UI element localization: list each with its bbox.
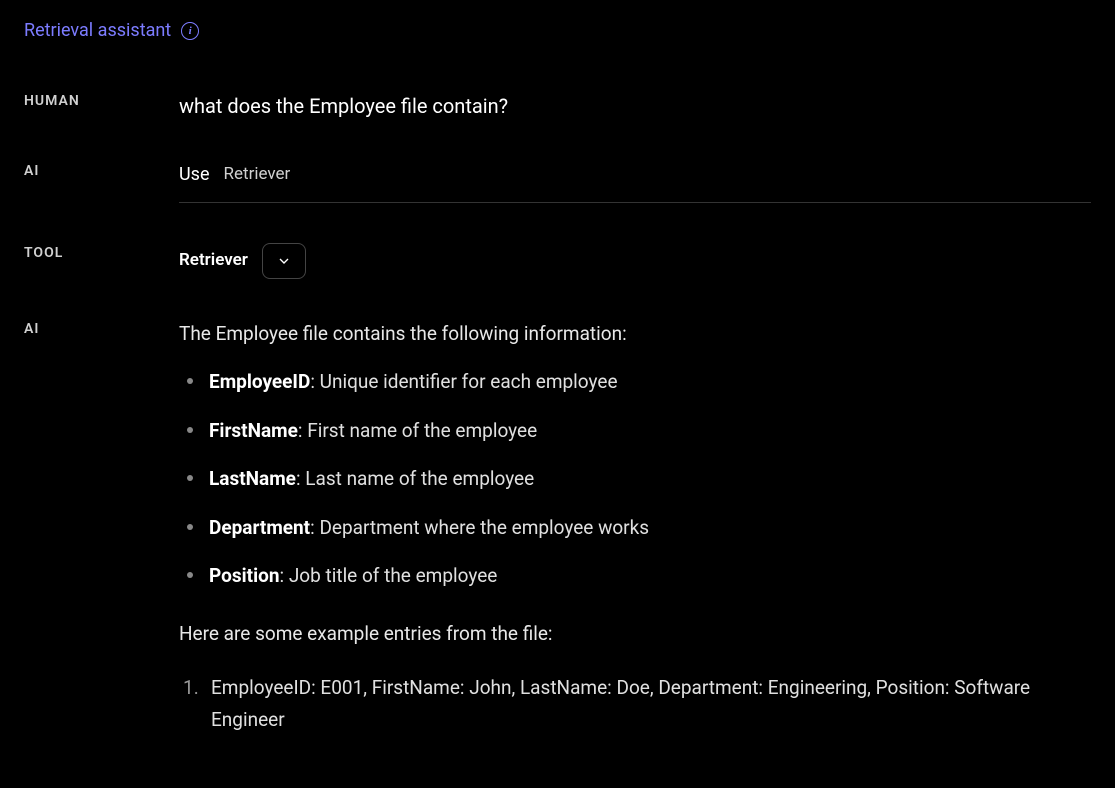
field-name: Department: [209, 516, 310, 539]
field-name: LastName: [209, 467, 296, 490]
role-label: AI: [24, 161, 179, 203]
field-desc: First name of the employee: [307, 419, 537, 442]
field-list: EmployeeID: Unique identifier for each e…: [179, 367, 1091, 591]
list-item: EmployeeID: E001, FirstName: John, LastN…: [179, 672, 1091, 737]
list-item: FirstName: First name of the employee: [179, 416, 1091, 446]
chevron-down-icon: [276, 253, 292, 269]
examples-intro: Here are some example entries from the f…: [179, 619, 1091, 649]
list-item: LastName: Last name of the employee: [179, 464, 1091, 494]
tool-name: Retriever: [179, 248, 248, 274]
message-row-human: HUMAN what does the Employee file contai…: [24, 91, 1091, 121]
conversation-area: HUMAN what does the Employee file contai…: [0, 61, 1115, 750]
field-name: EmployeeID: [209, 370, 310, 393]
role-label: TOOL: [24, 243, 179, 279]
field-desc: Last name of the employee: [305, 467, 534, 490]
ai-use-content: Use Retriever: [179, 161, 1091, 203]
info-icon[interactable]: i: [181, 22, 199, 40]
tool-content: Retriever: [179, 243, 1091, 279]
example-list: EmployeeID: E001, FirstName: John, LastN…: [179, 672, 1091, 737]
message-row-tool: TOOL Retriever: [24, 243, 1091, 279]
header: Retrieval assistant i: [0, 0, 1115, 61]
message-row-ai-response: AI The Employee file contains the follow…: [24, 319, 1091, 750]
list-item: Department: Department where the employe…: [179, 513, 1091, 543]
role-label: AI: [24, 319, 179, 750]
use-label: Use: [179, 161, 210, 188]
tool-used-name: Retriever: [224, 162, 291, 188]
ai-response: The Employee file contains the following…: [179, 319, 1091, 750]
field-name: FirstName: [209, 419, 298, 442]
list-item: EmployeeID: Unique identifier for each e…: [179, 367, 1091, 397]
list-item: Position: Job title of the employee: [179, 561, 1091, 591]
tool-use-line: Use Retriever: [179, 161, 1091, 203]
role-label: HUMAN: [24, 91, 179, 121]
message-row-ai-use: AI Use Retriever: [24, 161, 1091, 203]
field-desc: Department where the employee works: [319, 516, 649, 539]
field-desc: Job title of the employee: [289, 564, 498, 587]
human-message: what does the Employee file contain?: [179, 91, 1091, 121]
field-desc: Unique identifier for each employee: [320, 370, 618, 393]
page-title[interactable]: Retrieval assistant: [24, 20, 171, 41]
response-intro: The Employee file contains the following…: [179, 319, 1091, 349]
field-name: Position: [209, 564, 279, 587]
expand-tool-button[interactable]: [262, 243, 306, 279]
